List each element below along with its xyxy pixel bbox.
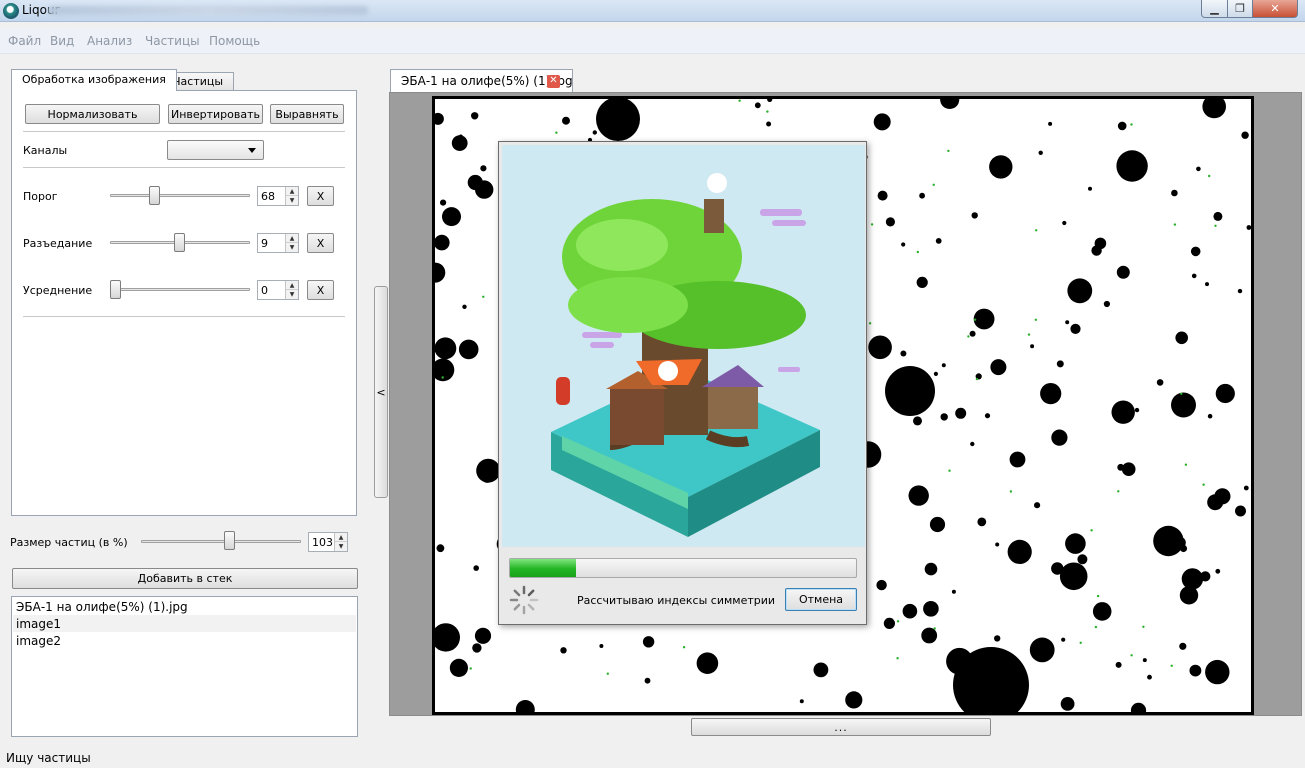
add-to-stack-button[interactable]: Добавить в стек <box>12 568 358 589</box>
dialog-status-text: Рассчитываю индексы симметрии <box>577 594 776 607</box>
collapse-panel-button[interactable]: < <box>374 286 388 498</box>
particle-size-value: 103 <box>312 536 333 549</box>
busy-spinner-icon <box>509 585 539 615</box>
spin-buttons: ▲ ▼ <box>334 533 347 551</box>
erosion-label: Разъедание <box>23 237 93 250</box>
list-item[interactable]: image1 <box>13 615 356 632</box>
viewer-expand-button[interactable]: ... <box>691 718 991 736</box>
threshold-reset-button[interactable]: X <box>307 186 334 206</box>
list-item[interactable]: ЭБА-1 на олифе(5%) (1).jpg <box>13 598 356 615</box>
particle-size-slider-track[interactable] <box>141 540 301 543</box>
image-processing-panel: Нормализовать Инвертировать Выравнять Ка… <box>11 90 357 516</box>
spin-up-icon[interactable]: ▲ <box>286 187 298 196</box>
spin-up-icon[interactable]: ▲ <box>335 533 347 542</box>
spin-buttons: ▲ ▼ <box>285 281 298 299</box>
progress-fill <box>510 559 576 577</box>
erosion-spinbox[interactable]: 9 ▲ ▼ <box>257 233 299 253</box>
particle-size-slider-handle[interactable] <box>224 531 236 550</box>
spin-buttons: ▲ ▼ <box>285 234 298 252</box>
smoothing-slider-track[interactable] <box>110 288 250 291</box>
threshold-slider-handle[interactable] <box>149 186 161 205</box>
threshold-value: 68 <box>261 190 275 203</box>
menu-analysis[interactable]: Анализ <box>87 34 132 48</box>
divider <box>23 131 345 132</box>
erosion-value: 9 <box>261 237 268 250</box>
menu-file[interactable]: Файл <box>8 34 41 48</box>
blurred-title-text <box>48 6 368 15</box>
smoothing-label: Усреднение <box>23 284 93 297</box>
spin-up-icon[interactable]: ▲ <box>286 234 298 243</box>
divider <box>23 316 345 317</box>
spin-down-icon[interactable]: ▼ <box>286 243 298 252</box>
app-logo-icon <box>3 3 19 19</box>
particle-size-label: Размер частиц (в %) <box>10 536 128 549</box>
threshold-slider-track[interactable] <box>110 194 250 197</box>
channels-select[interactable] <box>167 140 264 160</box>
erosion-slider-handle[interactable] <box>174 233 186 252</box>
divider <box>23 167 345 168</box>
channels-label: Каналы <box>23 144 68 157</box>
menu-bar: Файл Вид Анализ Частицы Помощь <box>0 28 1305 54</box>
list-item[interactable]: image2 <box>13 632 356 649</box>
threshold-label: Порог <box>23 190 58 203</box>
invert-button[interactable]: Инвертировать <box>168 104 263 124</box>
spin-down-icon[interactable]: ▼ <box>286 196 298 205</box>
progress-dialog: Рассчитываю индексы симметрии Отмена <box>498 141 867 625</box>
spin-down-icon[interactable]: ▼ <box>286 290 298 299</box>
minimize-button[interactable]: ▁ <box>1201 0 1228 18</box>
erosion-reset-button[interactable]: X <box>307 233 334 253</box>
smoothing-value: 0 <box>261 284 268 297</box>
smoothing-reset-button[interactable]: X <box>307 280 334 300</box>
particle-size-spinbox[interactable]: 103 ▲ ▼ <box>308 532 348 552</box>
status-bar-text: Ищу частицы <box>6 751 91 765</box>
erosion-row: Разъедание 9 ▲ ▼ X <box>12 232 356 254</box>
close-window-button[interactable]: ✕ <box>1252 0 1298 18</box>
spin-up-icon[interactable]: ▲ <box>286 281 298 290</box>
image-list: ЭБА-1 на олифе(5%) (1).jpg image1 image2 <box>11 596 358 737</box>
menu-help[interactable]: Помощь <box>209 34 260 48</box>
spin-buttons: ▲ ▼ <box>285 187 298 205</box>
align-button[interactable]: Выравнять <box>270 104 344 124</box>
chevron-down-icon <box>248 148 256 153</box>
menu-particles[interactable]: Частицы <box>145 34 200 48</box>
menu-view[interactable]: Вид <box>50 34 74 48</box>
splash-illustration <box>502 145 865 547</box>
progress-bar <box>509 558 857 578</box>
smoothing-slider-handle[interactable] <box>110 280 121 299</box>
document-tab[interactable]: ЭБА-1 на олифе(5%) (1).jpg ✕ <box>390 69 573 92</box>
smoothing-spinbox[interactable]: 0 ▲ ▼ <box>257 280 299 300</box>
cancel-button[interactable]: Отмена <box>785 588 857 611</box>
smoothing-row: Усреднение 0 ▲ ▼ X <box>12 279 356 301</box>
normalize-button[interactable]: Нормализовать <box>25 104 160 124</box>
threshold-spinbox[interactable]: 68 ▲ ▼ <box>257 186 299 206</box>
maximize-button[interactable]: ❐ <box>1227 0 1253 18</box>
close-icon[interactable]: ✕ <box>547 75 560 88</box>
spin-down-icon[interactable]: ▼ <box>335 542 347 551</box>
threshold-row: Порог 68 ▲ ▼ X <box>12 185 356 207</box>
tab-image-processing[interactable]: Обработка изображения <box>11 69 177 91</box>
